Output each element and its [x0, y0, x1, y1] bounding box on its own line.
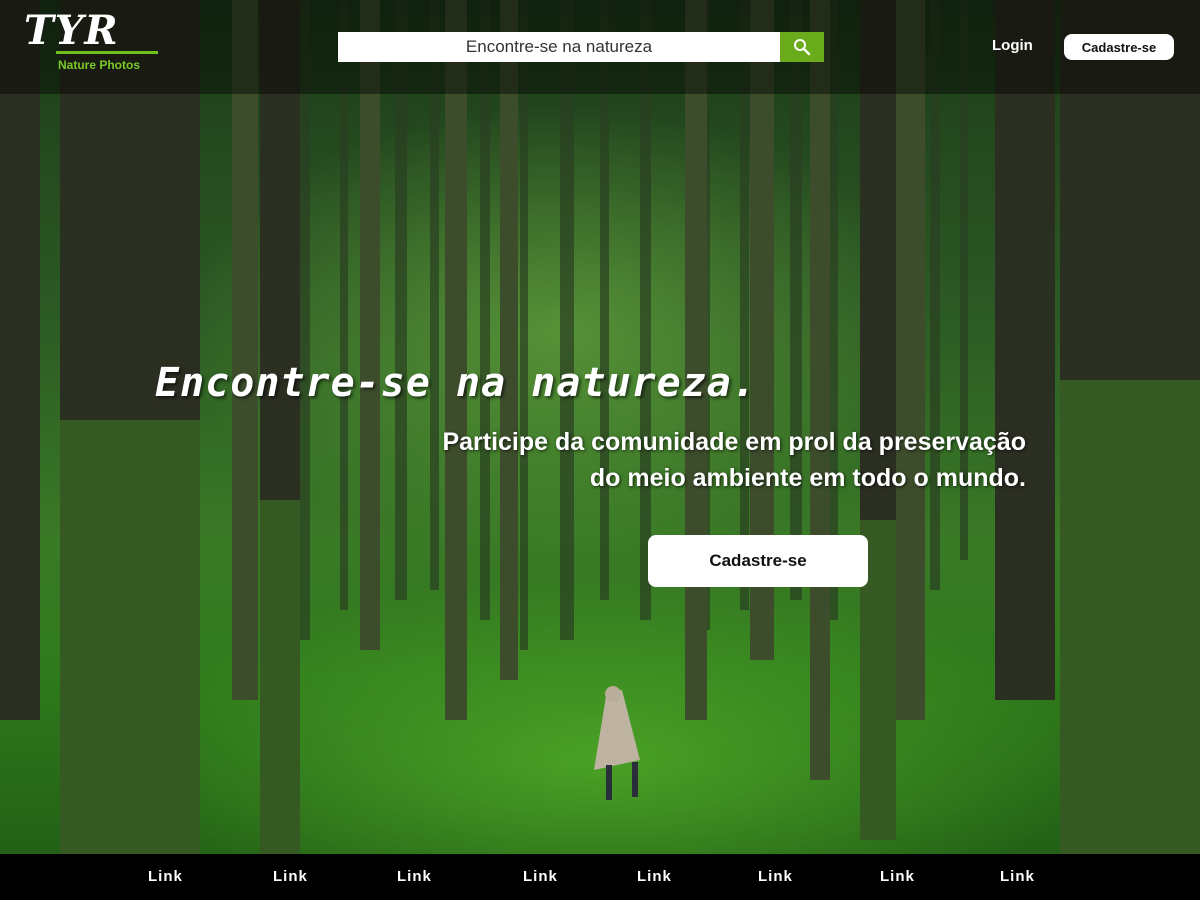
hero-headline: Encontre-se na natureza.	[155, 360, 757, 406]
footer-link[interactable]: Link	[637, 868, 672, 885]
footer-link[interactable]: Link	[273, 868, 308, 885]
search-bar: Encontre-se na natureza	[338, 32, 824, 62]
brand-logo[interactable]: TYR Nature Photos	[22, 8, 162, 74]
footer-bar: Link Link Link Link Link Link Link Link	[0, 854, 1200, 900]
logo-underline	[56, 51, 158, 54]
footer-link[interactable]: Link	[1000, 868, 1035, 885]
search-button[interactable]	[780, 32, 824, 62]
logo-tagline: Nature Photos	[58, 58, 141, 72]
footer-link[interactable]: Link	[758, 868, 793, 885]
footer-link[interactable]: Link	[523, 868, 558, 885]
footer-link[interactable]: Link	[148, 868, 183, 885]
hero-subtitle-line-2: do meio ambiente em todo o mundo.	[589, 464, 1026, 492]
hero-subtitle-line-1: Participe da comunidade em prol da prese…	[442, 428, 1026, 456]
hero-subtitle: Participe da comunidade em prol da prese…	[320, 424, 1026, 496]
search-icon	[794, 39, 811, 56]
login-link[interactable]: Login	[992, 37, 1033, 54]
footer-link[interactable]: Link	[397, 868, 432, 885]
hiker-figure	[594, 686, 640, 800]
footer-link[interactable]: Link	[880, 868, 915, 885]
search-input[interactable]: Encontre-se na natureza	[338, 37, 780, 57]
logo-mark: TYR	[24, 7, 119, 54]
signup-button-header[interactable]: Cadastre-se	[1064, 34, 1174, 60]
hero-signup-button[interactable]: Cadastre-se	[648, 535, 868, 587]
